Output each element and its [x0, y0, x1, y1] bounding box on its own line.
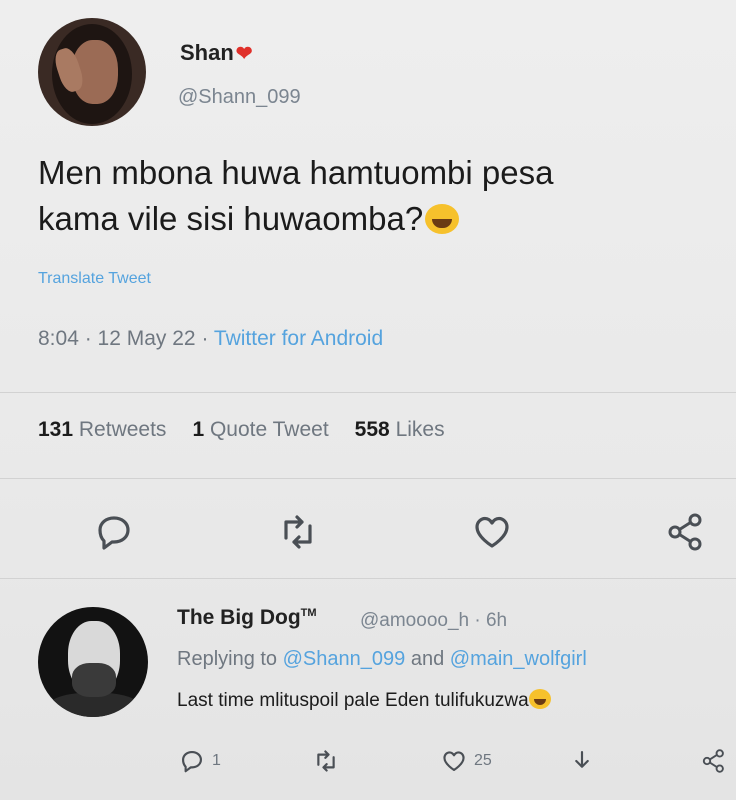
tweet-text-line2: kama vile sisi huwaomba? [38, 200, 424, 237]
author-name[interactable]: Shan ❤ [180, 40, 253, 66]
reply-author-name[interactable]: The Big DogTM [177, 606, 317, 630]
author-name-text: Shan [180, 40, 234, 65]
meta-separator: · [474, 610, 486, 631]
divider [0, 392, 736, 393]
reply-actions: 1 25 [0, 746, 736, 776]
reply-like-button[interactable]: 25 [440, 746, 492, 776]
retweet-button[interactable] [276, 510, 320, 554]
tweet-text: Men mbona huwa hamtuombi pesa kama vile … [38, 150, 698, 242]
author-avatar[interactable] [38, 18, 146, 126]
meta-separator: · [84, 327, 98, 350]
tweet-meta: 8:04 · 12 May 22 · Twitter for Android [38, 327, 383, 351]
reply-button[interactable] [92, 510, 136, 554]
replying-user-link[interactable]: @main_wolfgirl [450, 648, 587, 670]
laughing-emoji-icon [528, 689, 551, 709]
tweet-actions [0, 510, 736, 554]
replying-to-line: Replying to @Shann_099 and @main_wolfgir… [177, 648, 587, 671]
like-icon [475, 516, 509, 548]
like-icon [443, 751, 465, 771]
reply-reply-button[interactable]: 1 [178, 746, 221, 776]
likes-count: 558 [354, 418, 390, 441]
reply-handle: @amoooo_h · 6h [360, 610, 507, 632]
like-button[interactable] [470, 510, 514, 554]
reply-handle-text[interactable]: @amoooo_h [360, 610, 469, 631]
retweets-label: Retweets [78, 418, 167, 441]
retweets-count: 131 [38, 418, 74, 441]
tweet-text-line1: Men mbona huwa hamtuombi pesa [38, 154, 554, 191]
reply-retweet-button[interactable] [312, 746, 340, 776]
replying-and: and [410, 648, 445, 670]
author-handle[interactable]: @Shann_099 [178, 86, 301, 109]
laughing-emoji-icon [425, 204, 460, 234]
quotes-count: 1 [192, 418, 205, 441]
replying-user-link[interactable]: @Shann_099 [283, 648, 406, 670]
reply-share-button[interactable] [700, 746, 728, 776]
reply-author-avatar[interactable] [38, 607, 148, 717]
reply-text-body: Last time mlituspoil pale Eden tulifukuz… [177, 690, 529, 711]
reply-reply-count: 1 [212, 752, 221, 769]
divider [0, 478, 736, 479]
trademark-mark: TM [300, 607, 317, 619]
tweet-time: 8:04 [38, 327, 79, 350]
download-arrow-icon [575, 751, 589, 768]
meta-separator: · [201, 327, 214, 350]
retweet-icon [284, 515, 312, 549]
translate-tweet-link[interactable]: Translate Tweet [38, 270, 151, 288]
tweet-date: 12 May 22 [97, 327, 196, 350]
share-icon [702, 749, 724, 773]
reply-like-count: 25 [474, 752, 492, 769]
heart-emoji-icon: ❤ [235, 43, 253, 65]
reply-download-button[interactable] [568, 746, 596, 776]
retweets-stat[interactable]: 131 Retweets [38, 418, 166, 442]
reply-author-name-text: The Big Dog [177, 606, 301, 629]
likes-label: Likes [395, 418, 445, 441]
reply-age: 6h [485, 610, 508, 631]
reply-icon [182, 751, 202, 773]
tweet-stats: 131 Retweets 1 Quote Tweet 558 Likes [38, 418, 445, 442]
retweet-icon [317, 750, 335, 772]
quotes-label: Quote Tweet [209, 418, 329, 441]
share-icon [668, 513, 702, 551]
replying-prefix: Replying to [177, 648, 278, 670]
likes-stat[interactable]: 558 Likes [355, 418, 445, 442]
quotes-stat[interactable]: 1 Quote Tweet [192, 418, 328, 442]
tweet-source[interactable]: Twitter for Android [214, 327, 383, 350]
reply-text: Last time mlituspoil pale Eden tulifukuz… [177, 689, 551, 712]
reply-icon [98, 516, 130, 550]
tweet-screenshot: Shan ❤ @Shann_099 Men mbona huwa hamtuomb… [0, 0, 736, 800]
share-button[interactable] [664, 510, 708, 554]
divider [0, 578, 736, 579]
